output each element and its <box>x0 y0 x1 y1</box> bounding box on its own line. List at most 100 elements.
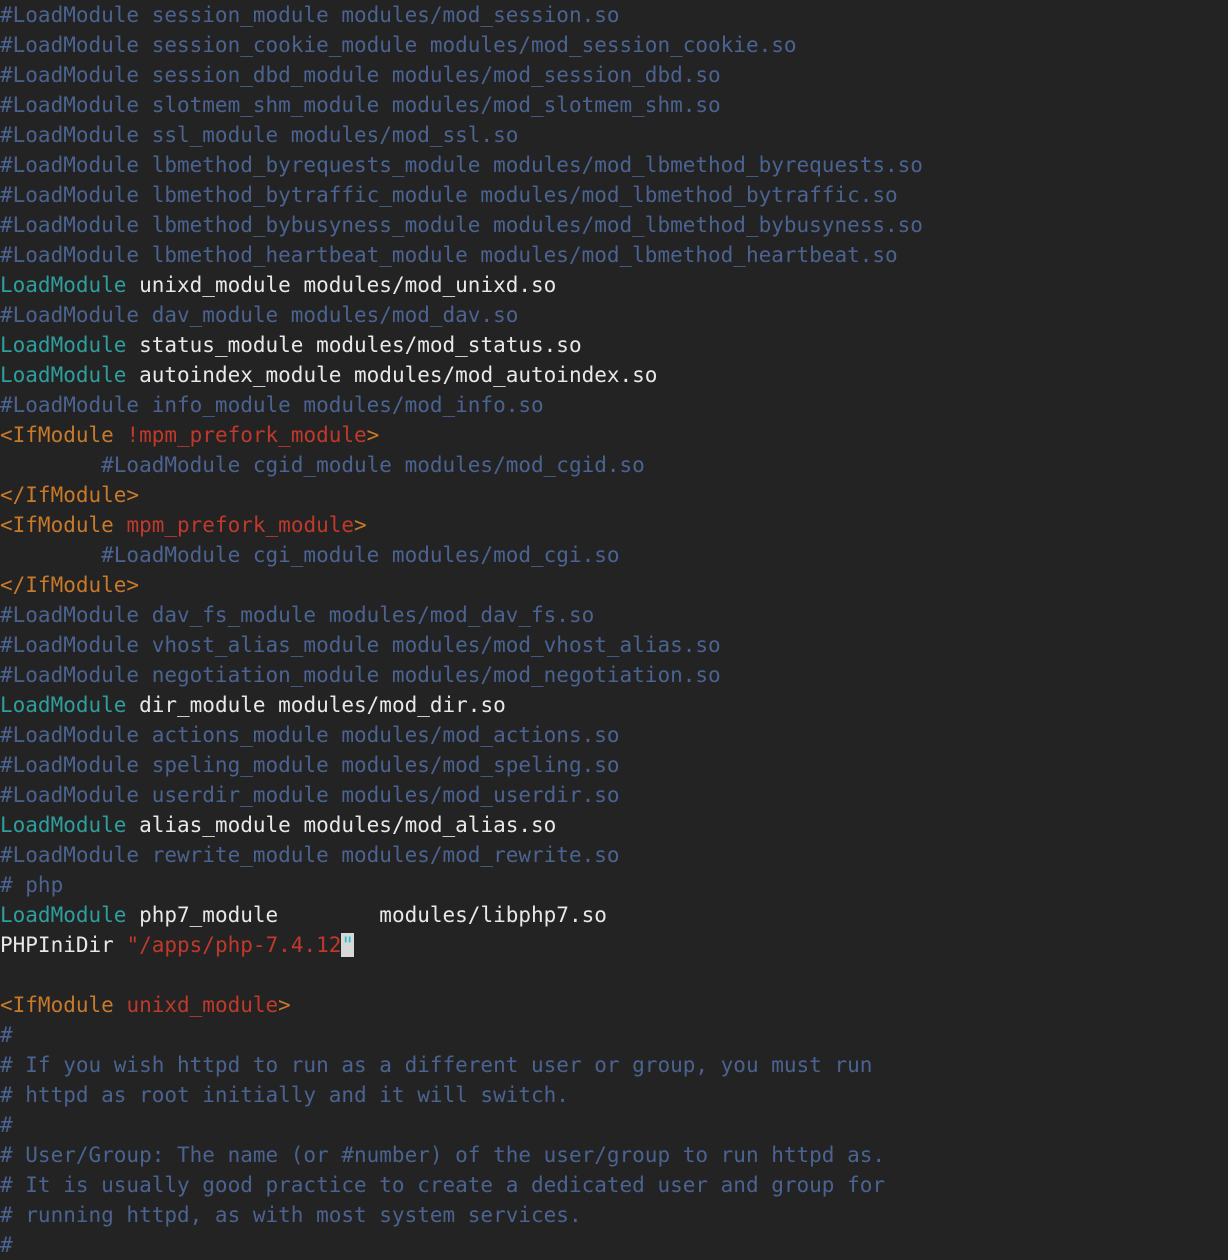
code-line[interactable]: LoadModule unixd_module modules/mod_unix… <box>0 270 1228 300</box>
section-tag-token: <IfModule <box>0 423 114 447</box>
comment-token: #LoadModule negotiation_module modules/m… <box>0 663 721 687</box>
code-line[interactable]: # <box>0 1230 1228 1260</box>
code-line[interactable]: #LoadModule cgi_module modules/mod_cgi.s… <box>0 540 1228 570</box>
directive-token: LoadModule <box>0 693 127 717</box>
argument-token: php7_module modules/libphp7.so <box>126 903 607 927</box>
comment-token: #LoadModule session_module modules/mod_s… <box>0 3 620 27</box>
directive-token: LoadModule <box>0 903 127 927</box>
comment-token: # running httpd, as with most system ser… <box>0 1203 582 1227</box>
code-line[interactable]: # <box>0 1110 1228 1140</box>
argument-token: status_module modules/mod_status.so <box>126 333 582 357</box>
code-line[interactable]: LoadModule status_module modules/mod_sta… <box>0 330 1228 360</box>
comment-token: #LoadModule lbmethod_byrequests_module m… <box>0 153 923 177</box>
code-line[interactable]: #LoadModule speling_module modules/mod_s… <box>0 750 1228 780</box>
code-line[interactable]: PHPIniDir "/apps/php-7.4.12" <box>0 930 1228 960</box>
comment-token: #LoadModule rewrite_module modules/mod_r… <box>0 843 620 867</box>
code-line[interactable]: ​ <box>0 960 1228 990</box>
code-line[interactable]: #LoadModule dav_module modules/mod_dav.s… <box>0 300 1228 330</box>
comment-token: #LoadModule dav_fs_module modules/mod_da… <box>0 603 595 627</box>
comment-token: #LoadModule slotmem_shm_module modules/m… <box>0 93 721 117</box>
code-editor-viewport[interactable]: #LoadModule session_module modules/mod_s… <box>0 0 1228 1258</box>
code-line[interactable]: #LoadModule actions_module modules/mod_a… <box>0 720 1228 750</box>
argument-token: dir_module modules/mod_dir.so <box>126 693 506 717</box>
code-line[interactable]: # httpd as root initially and it will sw… <box>0 1080 1228 1110</box>
comment-token: #LoadModule lbmethod_heartbeat_module mo… <box>0 243 898 267</box>
code-line[interactable]: # <box>0 1020 1228 1050</box>
section-argument-token: unixd_module <box>126 993 279 1017</box>
argument-token: autoindex_module modules/mod_autoindex.s… <box>126 363 658 387</box>
code-line[interactable]: #LoadModule session_dbd_module modules/m… <box>0 60 1228 90</box>
comment-token: #LoadModule actions_module modules/mod_a… <box>0 723 620 747</box>
code-line[interactable]: <IfModule mpm_prefork_module> <box>0 510 1228 540</box>
comment-token: #LoadModule session_dbd_module modules/m… <box>0 63 721 87</box>
section-tag-token: <IfModule <box>0 513 114 537</box>
section-tag-token: > <box>278 993 291 1017</box>
section-argument-token: !mpm_prefork_module <box>126 423 367 447</box>
code-line[interactable]: # User/Group: The name (or #number) of t… <box>0 1140 1228 1170</box>
comment-token: #LoadModule dav_module modules/mod_dav.s… <box>0 303 519 327</box>
comment-token: #LoadModule lbmethod_bybusyness_module m… <box>0 213 923 237</box>
comment-token: # <box>0 1113 13 1137</box>
section-tag-token: > <box>354 513 367 537</box>
argument-token: alias_module modules/mod_alias.so <box>126 813 557 837</box>
text-cursor[interactable]: " <box>341 933 355 957</box>
code-line[interactable]: #LoadModule lbmethod_bytraffic_module mo… <box>0 180 1228 210</box>
code-line[interactable]: #LoadModule lbmethod_bybusyness_module m… <box>0 210 1228 240</box>
code-line[interactable]: #LoadModule dav_fs_module modules/mod_da… <box>0 600 1228 630</box>
code-line[interactable]: <IfModule !mpm_prefork_module> <box>0 420 1228 450</box>
code-line[interactable]: #LoadModule ssl_module modules/mod_ssl.s… <box>0 120 1228 150</box>
comment-token: #LoadModule userdir_module modules/mod_u… <box>0 783 620 807</box>
code-line[interactable]: #LoadModule session_cookie_module module… <box>0 30 1228 60</box>
directive-token: LoadModule <box>0 273 127 297</box>
code-line[interactable]: LoadModule dir_module modules/mod_dir.so <box>0 690 1228 720</box>
code-line[interactable]: LoadModule php7_module modules/libphp7.s… <box>0 900 1228 930</box>
comment-token: #LoadModule cgi_module modules/mod_cgi.s… <box>0 543 620 567</box>
comment-token: # httpd as root initially and it will sw… <box>0 1083 569 1107</box>
code-line[interactable]: #LoadModule vhost_alias_module modules/m… <box>0 630 1228 660</box>
section-tag-token: </IfModule> <box>0 573 140 597</box>
code-line[interactable]: #LoadModule negotiation_module modules/m… <box>0 660 1228 690</box>
comment-token: # <box>0 1023 13 1047</box>
argument-token <box>114 423 127 447</box>
comment-token: #LoadModule ssl_module modules/mod_ssl.s… <box>0 123 519 147</box>
comment-token: #LoadModule info_module modules/mod_info… <box>0 393 544 417</box>
argument-token <box>114 933 127 957</box>
comment-token: # If you wish httpd to run as a differen… <box>0 1053 873 1077</box>
comment-token: #LoadModule session_cookie_module module… <box>0 33 797 57</box>
code-line[interactable]: </IfModule> <box>0 480 1228 510</box>
code-line[interactable]: </IfModule> <box>0 570 1228 600</box>
comment-token: # It is usually good practice to create … <box>0 1173 886 1197</box>
code-line[interactable]: # It is usually good practice to create … <box>0 1170 1228 1200</box>
argument-token: PHPIniDir <box>0 933 114 957</box>
argument-token <box>114 513 127 537</box>
code-line[interactable]: # If you wish httpd to run as a differen… <box>0 1050 1228 1080</box>
comment-token: # <box>0 1233 13 1257</box>
code-line[interactable]: #LoadModule slotmem_shm_module modules/m… <box>0 90 1228 120</box>
code-line[interactable]: #LoadModule cgid_module modules/mod_cgid… <box>0 450 1228 480</box>
comment-token: #LoadModule speling_module modules/mod_s… <box>0 753 620 777</box>
code-line[interactable]: #LoadModule userdir_module modules/mod_u… <box>0 780 1228 810</box>
code-line[interactable]: #LoadModule lbmethod_heartbeat_module mo… <box>0 240 1228 270</box>
comment-token: #LoadModule lbmethod_bytraffic_module mo… <box>0 183 898 207</box>
code-line[interactable]: <IfModule unixd_module> <box>0 990 1228 1020</box>
code-line[interactable]: LoadModule alias_module modules/mod_alia… <box>0 810 1228 840</box>
comment-token: #LoadModule vhost_alias_module modules/m… <box>0 633 721 657</box>
directive-token: LoadModule <box>0 363 127 387</box>
section-argument-token: mpm_prefork_module <box>126 513 355 537</box>
directive-token: LoadModule <box>0 333 127 357</box>
code-line[interactable]: # running httpd, as with most system ser… <box>0 1200 1228 1230</box>
argument-token <box>114 993 127 1017</box>
comment-token: # User/Group: The name (or #number) of t… <box>0 1143 886 1167</box>
code-line[interactable]: # php <box>0 870 1228 900</box>
code-line[interactable]: #LoadModule lbmethod_byrequests_module m… <box>0 150 1228 180</box>
code-line[interactable]: #LoadModule session_module modules/mod_s… <box>0 0 1228 30</box>
string-token: "/apps/php-7.4.12 <box>126 933 342 957</box>
section-tag-token: </IfModule> <box>0 483 140 507</box>
section-tag-token: <IfModule <box>0 993 114 1017</box>
code-line[interactable]: #LoadModule info_module modules/mod_info… <box>0 390 1228 420</box>
code-line[interactable]: LoadModule autoindex_module modules/mod_… <box>0 360 1228 390</box>
argument-token: unixd_module modules/mod_unixd.so <box>126 273 557 297</box>
code-line[interactable]: #LoadModule rewrite_module modules/mod_r… <box>0 840 1228 870</box>
section-tag-token: > <box>366 423 380 447</box>
comment-token: # php <box>0 873 64 897</box>
